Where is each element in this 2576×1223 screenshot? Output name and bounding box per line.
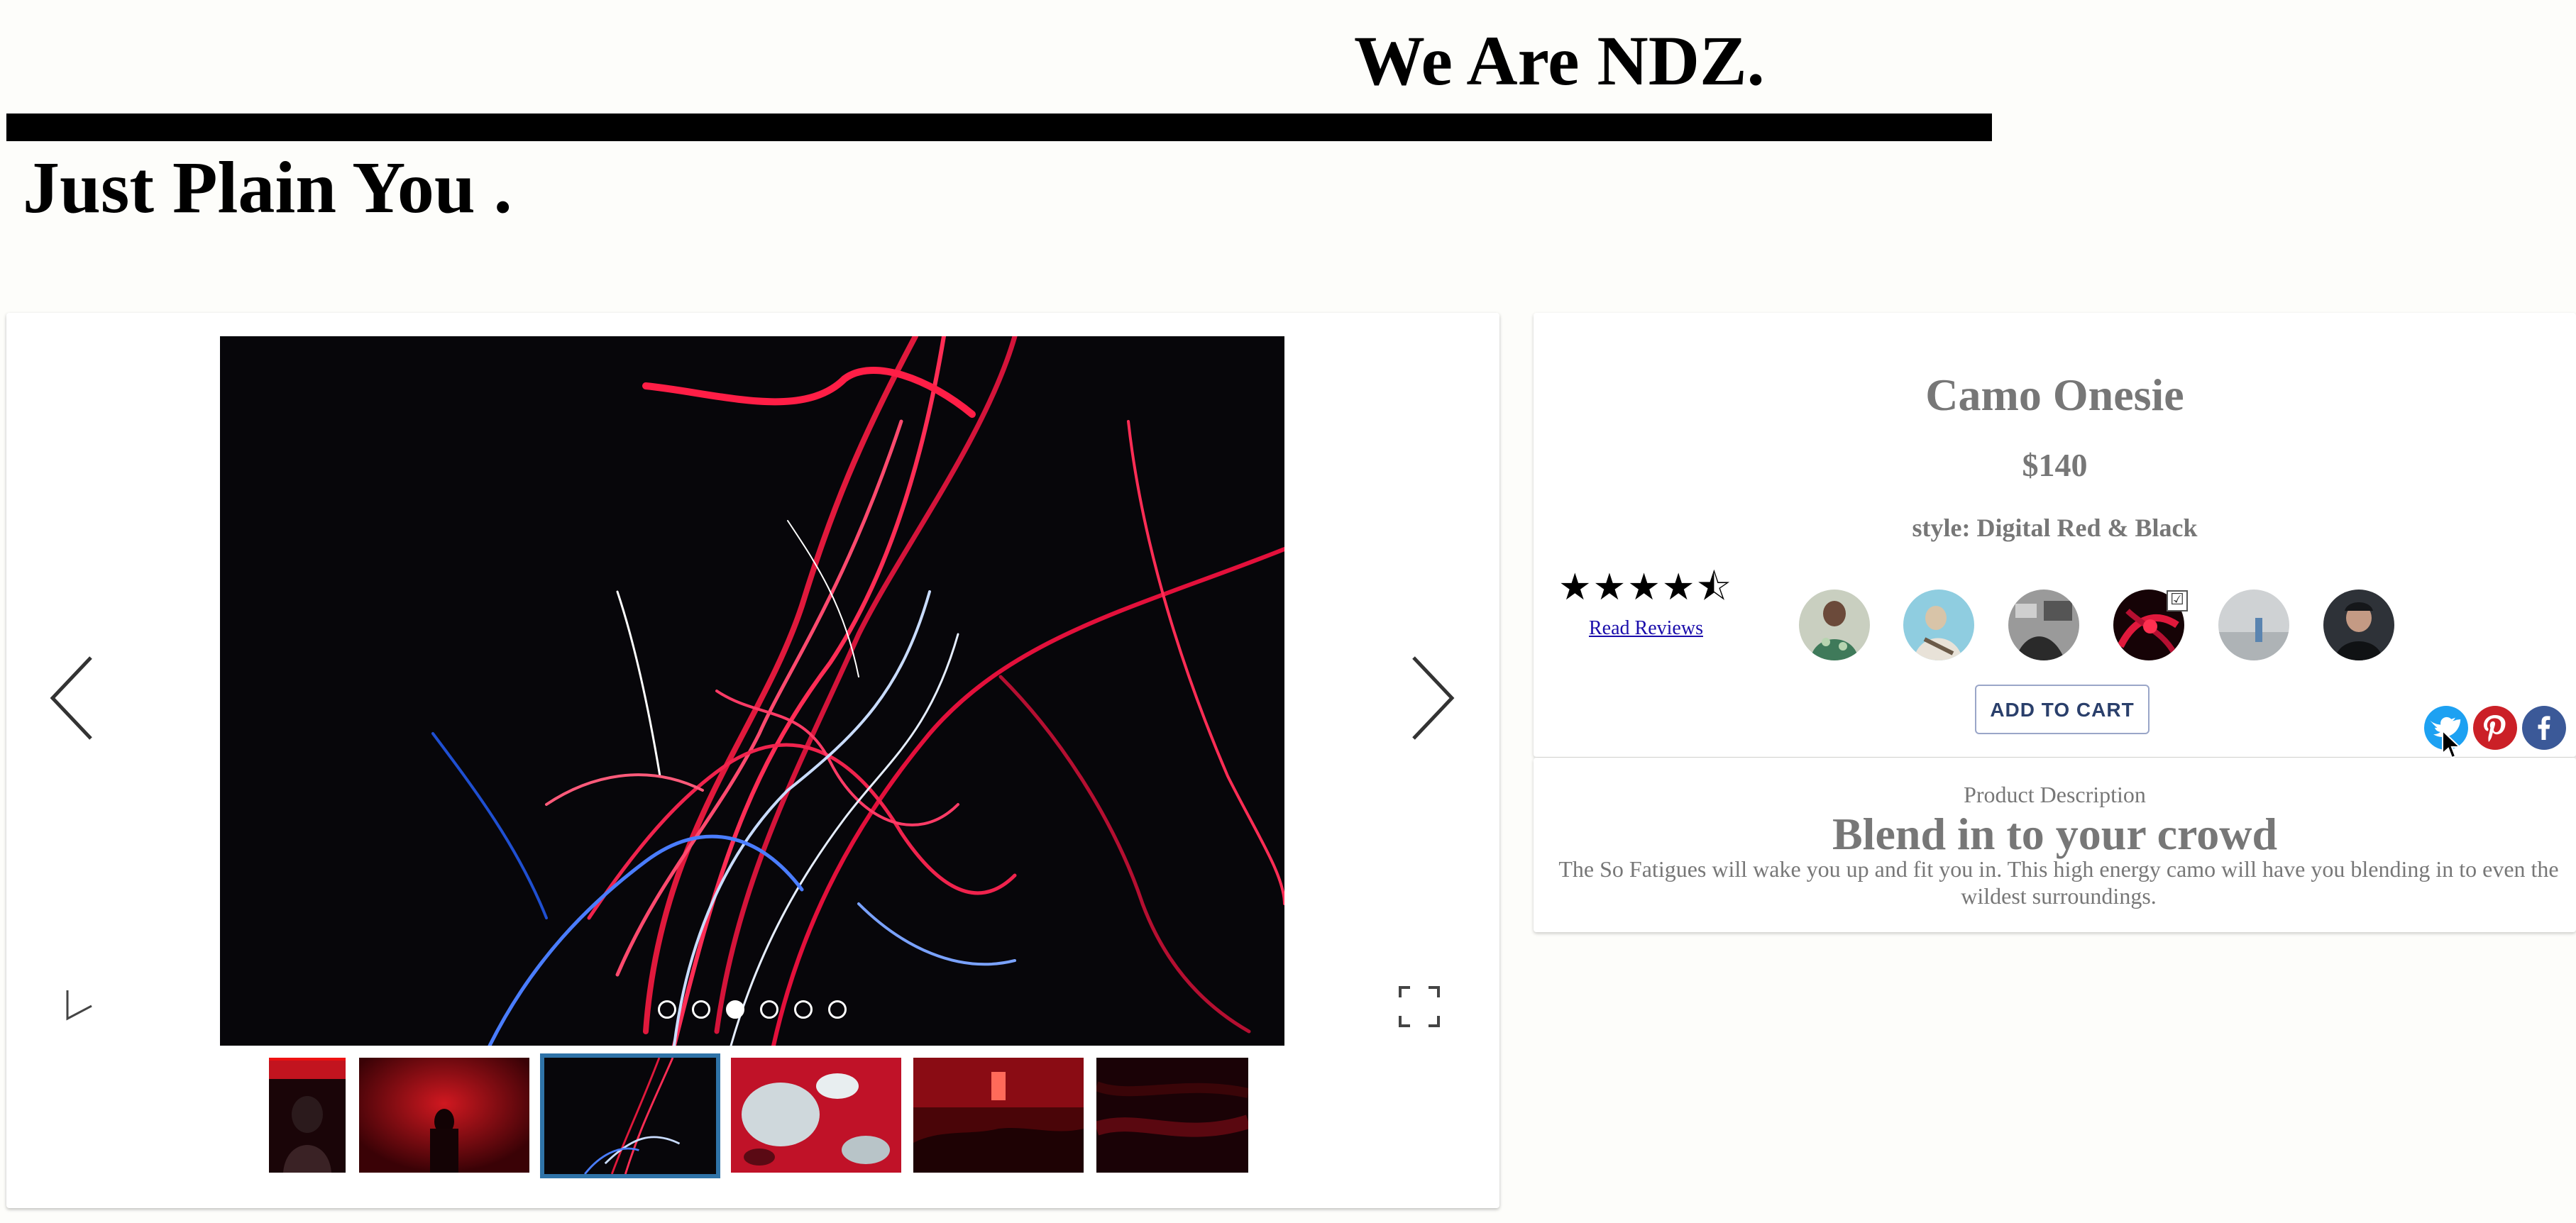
thumbnail-active[interactable] <box>540 1053 720 1178</box>
fullscreen-button[interactable] <box>1397 985 1441 1032</box>
slide-dot[interactable] <box>658 1000 676 1019</box>
read-reviews-link[interactable]: Read Reviews <box>1589 617 1703 640</box>
fullscreen-icon <box>1399 986 1440 1027</box>
play-icon <box>63 990 93 1023</box>
brand-title: We Are NDZ. <box>1354 21 1765 100</box>
product-info-panel: Camo Onesie $140 style: Digital Red & Bl… <box>1534 313 2576 757</box>
selected-check-icon: ☑ <box>2167 590 2188 612</box>
style-swatch[interactable] <box>2008 590 2079 660</box>
style-swatch[interactable] <box>1799 590 1870 660</box>
facebook-share-button[interactable] <box>2522 706 2566 750</box>
slide-dot[interactable] <box>794 1000 813 1019</box>
product-description-panel: Product Description Blend in to your cro… <box>1534 758 2576 932</box>
chevron-left-icon <box>50 655 97 741</box>
description-text: The So Fatigues will wake you up and fit… <box>1558 856 2559 909</box>
play-button[interactable] <box>63 987 94 1025</box>
thumbnail[interactable] <box>269 1058 346 1173</box>
slide-dot[interactable] <box>828 1000 847 1019</box>
page-tagline: Just Plain You . <box>23 147 512 228</box>
slide-dot-active[interactable] <box>726 1000 744 1019</box>
facebook-icon <box>2538 716 2550 740</box>
rating-stars: ★★★★⯪ <box>1558 568 1733 608</box>
add-to-cart-button[interactable]: ADD TO CART <box>1975 685 2150 734</box>
style-swatch[interactable] <box>1903 590 1974 660</box>
slide-dot[interactable] <box>692 1000 710 1019</box>
product-title: Camo Onesie <box>1925 370 2184 420</box>
description-heading: Blend in to your crowd <box>1832 809 2278 859</box>
gallery-next-button[interactable] <box>1402 652 1459 744</box>
header-bar <box>6 114 1992 141</box>
product-price: $140 <box>2022 447 2088 483</box>
slide-dot[interactable] <box>760 1000 778 1019</box>
slide-indicators <box>220 1000 1284 1019</box>
pinterest-share-button[interactable] <box>2473 706 2517 750</box>
style-swatch[interactable] <box>2218 590 2289 660</box>
main-product-image <box>220 336 1284 1046</box>
product-style: style: Digital Red & Black <box>1912 514 2198 542</box>
thumbnail[interactable] <box>913 1058 1084 1173</box>
image-gallery <box>6 313 1499 1208</box>
chevron-right-icon <box>1408 655 1455 741</box>
gallery-prev-button[interactable] <box>45 652 102 744</box>
thumbnail[interactable] <box>1096 1058 1248 1173</box>
thumbnail[interactable] <box>359 1058 529 1173</box>
description-label: Product Description <box>1964 782 2146 807</box>
style-swatch[interactable] <box>2323 590 2394 660</box>
thumbnail[interactable] <box>731 1058 901 1173</box>
pinterest-icon <box>2484 715 2506 742</box>
